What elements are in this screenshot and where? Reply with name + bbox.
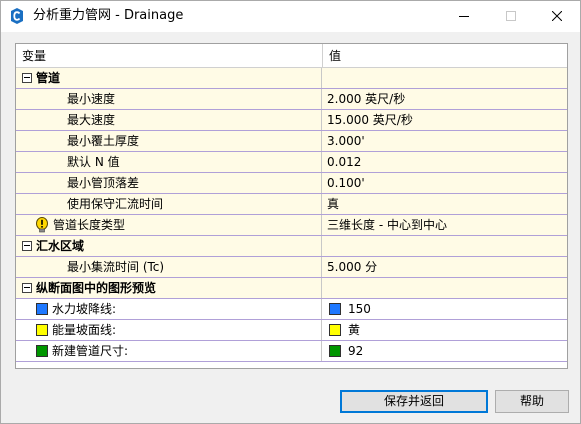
property-grid: 变量 值 管道 最小速度 2.000 英尺/秒 最大速度 15.000 英尺/秒 — [15, 43, 568, 369]
property-label: 默认 N 值 — [67, 155, 120, 169]
grid-rows: 管道 最小速度 2.000 英尺/秒 最大速度 15.000 英尺/秒 最小覆土… — [16, 68, 567, 362]
row-min-drop[interactable]: 最小管顶落差 0.100' — [16, 173, 567, 194]
help-button[interactable]: 帮助 — [495, 390, 569, 413]
category-catchment[interactable]: 汇水区域 — [16, 236, 567, 257]
color-swatch-icon — [36, 345, 48, 357]
close-button[interactable] — [534, 1, 580, 32]
color-swatch-icon[interactable] — [329, 345, 341, 357]
row-min-cover[interactable]: 最小覆土厚度 3.000' — [16, 131, 567, 152]
property-value[interactable]: 0.012 — [327, 156, 361, 169]
color-swatch-icon — [36, 324, 48, 336]
property-value[interactable]: 150 — [348, 303, 371, 316]
row-hgl[interactable]: 水力坡降线: 150 — [16, 299, 567, 320]
property-label: 最小速度 — [67, 92, 116, 106]
property-value[interactable]: 15.000 英尺/秒 — [327, 114, 413, 127]
title-bar[interactable]: 分析重力管网 - Drainage — [1, 1, 580, 32]
row-max-velocity[interactable]: 最大速度 15.000 英尺/秒 — [16, 110, 567, 131]
column-header-variable[interactable]: 变量 — [22, 49, 46, 63]
property-label: 能量坡面线: — [52, 323, 117, 337]
row-pipe-length-type[interactable]: 管道长度类型 三维长度 - 中心到中心 — [16, 215, 567, 236]
property-label: 使用保守汇流时间 — [67, 197, 164, 211]
column-splitter[interactable] — [322, 44, 323, 68]
category-value-cell — [321, 236, 567, 256]
category-profile-preview[interactable]: 纵断面图中的图形预览 — [16, 278, 567, 299]
minimize-icon — [459, 16, 469, 17]
property-value[interactable]: 5.000 分 — [327, 261, 377, 274]
collapse-toggle-icon[interactable] — [22, 73, 32, 83]
property-value[interactable]: 黄 — [348, 324, 360, 337]
warning-bulb-icon — [36, 217, 48, 233]
row-min-velocity[interactable]: 最小速度 2.000 英尺/秒 — [16, 89, 567, 110]
property-value[interactable]: 3.000' — [327, 135, 365, 148]
row-new-pipe-size[interactable]: 新建管道尺寸: 92 — [16, 341, 567, 362]
property-value[interactable]: 0.100' — [327, 177, 365, 190]
collapse-toggle-icon[interactable] — [22, 241, 32, 251]
minimize-button[interactable] — [441, 1, 487, 32]
row-egl[interactable]: 能量坡面线: 黄 — [16, 320, 567, 341]
property-label: 水力坡降线: — [52, 302, 117, 316]
maximize-button[interactable] — [488, 1, 534, 32]
property-value[interactable]: 2.000 英尺/秒 — [327, 93, 405, 106]
category-label: 管道 — [36, 71, 61, 85]
close-icon — [552, 11, 562, 21]
property-value[interactable]: 真 — [327, 198, 339, 211]
dialog-window: 分析重力管网 - Drainage 变量 值 管道 最小速度 2.000 英尺/… — [0, 0, 581, 424]
color-swatch-icon[interactable] — [329, 324, 341, 336]
property-label: 最小集流时间 (Tc) — [67, 260, 165, 274]
save-and-return-button[interactable]: 保存并返回 — [340, 390, 488, 413]
category-pipes[interactable]: 管道 — [16, 68, 567, 89]
property-label: 管道长度类型 — [53, 218, 126, 232]
grid-header: 变量 值 — [16, 44, 567, 68]
civil3d-icon — [11, 8, 23, 24]
row-conservative-tc[interactable]: 使用保守汇流时间 真 — [16, 194, 567, 215]
collapse-toggle-icon[interactable] — [22, 283, 32, 293]
row-default-n[interactable]: 默认 N 值 0.012 — [16, 152, 567, 173]
property-value[interactable]: 92 — [348, 345, 363, 358]
category-label: 汇水区域 — [36, 239, 85, 253]
property-label: 最小管顶落差 — [67, 176, 140, 190]
color-swatch-icon — [36, 303, 48, 315]
category-value-cell — [321, 278, 567, 298]
color-swatch-icon[interactable] — [329, 303, 341, 315]
property-label: 最大速度 — [67, 113, 116, 127]
category-label: 纵断面图中的图形预览 — [36, 281, 157, 295]
column-header-value[interactable]: 值 — [329, 49, 341, 63]
row-min-tc[interactable]: 最小集流时间 (Tc) 5.000 分 — [16, 257, 567, 278]
window-title: 分析重力管网 - Drainage — [33, 8, 184, 23]
category-value-cell — [321, 68, 567, 88]
property-value[interactable]: 三维长度 - 中心到中心 — [327, 219, 447, 232]
maximize-icon — [506, 11, 516, 21]
property-label: 新建管道尺寸: — [52, 344, 129, 358]
property-label: 最小覆土厚度 — [67, 134, 140, 148]
